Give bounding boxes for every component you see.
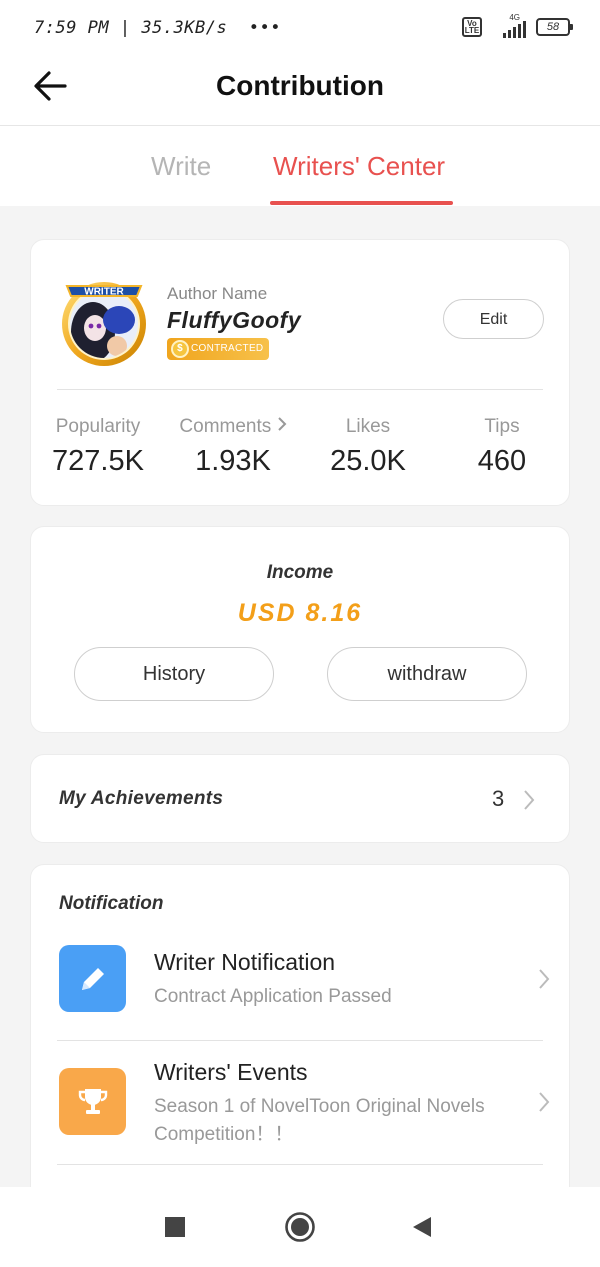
- tab-write[interactable]: Write: [151, 151, 211, 182]
- app-header: Contribution: [0, 58, 600, 126]
- coin-icon: $: [171, 340, 189, 358]
- notification-name: Writer Notification: [154, 949, 336, 975]
- divider: [57, 1164, 543, 1165]
- author-name-label: Author Name: [167, 284, 268, 303]
- list-item-writers-events[interactable]: Writers' Events Season 1 of NovelToon Or…: [57, 1053, 550, 1178]
- circle-home-icon: [285, 1212, 315, 1242]
- status-bar: 7:59 PM | 35.3KB/s ••• Vo LTE 4G 58: [0, 0, 600, 58]
- stat-likes: Likes 25.0K: [330, 416, 406, 477]
- notification-card: Notification Writer Notification Contrac…: [30, 864, 570, 1204]
- signal-icon: 4G: [492, 13, 526, 38]
- author-name: FluffyGoofy: [167, 307, 302, 333]
- contracted-badge: $ CONTRACTED: [167, 338, 270, 360]
- tab-active-indicator: [270, 201, 453, 205]
- battery-icon: 58: [536, 18, 573, 36]
- list-item-writer-notification[interactable]: Writer Notification Contract Application…: [57, 943, 550, 1043]
- income-title: Income: [266, 562, 334, 583]
- avatar[interactable]: WRITER: [57, 272, 151, 368]
- divider: [57, 1040, 543, 1041]
- volte-icon: Vo LTE: [462, 17, 482, 37]
- divider: [57, 389, 543, 390]
- stat-tips: Tips 460: [477, 416, 527, 477]
- back-nav-button[interactable]: [404, 1209, 440, 1245]
- stat-comments[interactable]: Comments 1.93K: [168, 416, 298, 478]
- square-icon: [165, 1217, 185, 1237]
- achievements-row[interactable]: My Achievements 3: [30, 754, 570, 843]
- edit-button[interactable]: Edit: [443, 299, 544, 339]
- status-icons: Vo LTE 4G 58: [462, 13, 573, 38]
- chevron-right-icon: [277, 417, 286, 431]
- notification-name: Writers' Events: [154, 1059, 308, 1085]
- profile-card: WRITER Author Name FluffyGoofy $ CONTRAC…: [30, 239, 570, 506]
- stat-popularity: Popularity 727.5K: [52, 416, 144, 477]
- pencil-icon: [59, 945, 126, 1012]
- writer-badge-text: WRITER: [84, 287, 124, 298]
- achievements-count: 3: [492, 786, 505, 811]
- history-button[interactable]: History: [74, 647, 274, 701]
- income-amount: USD 8.16: [237, 599, 363, 627]
- notification-title: Notification: [59, 893, 164, 914]
- recents-button[interactable]: [157, 1209, 193, 1245]
- withdraw-button[interactable]: withdraw: [327, 647, 527, 701]
- tab-writers-center[interactable]: Writers' Center: [273, 151, 445, 182]
- triangle-back-icon: [413, 1217, 431, 1237]
- chevron-right-icon: [524, 790, 535, 810]
- chevron-right-icon: [539, 1092, 550, 1112]
- income-card: Income USD 8.16 History withdraw: [30, 526, 570, 733]
- system-nav-bar: [0, 1187, 600, 1267]
- notification-subtitle: Contract Application Passed: [154, 986, 392, 1007]
- tab-bar: Write Writers' Center: [0, 126, 600, 206]
- home-button[interactable]: [282, 1209, 318, 1245]
- status-time: 7:59 PM | 35.3KB/s •••: [34, 18, 281, 38]
- achievements-label: My Achievements: [59, 788, 224, 809]
- chevron-right-icon: [539, 969, 550, 989]
- page-title: Contribution: [216, 70, 384, 101]
- notification-subtitle: Season 1 of NovelToon Original Novels Co…: [154, 1096, 485, 1145]
- trophy-icon: [59, 1068, 126, 1135]
